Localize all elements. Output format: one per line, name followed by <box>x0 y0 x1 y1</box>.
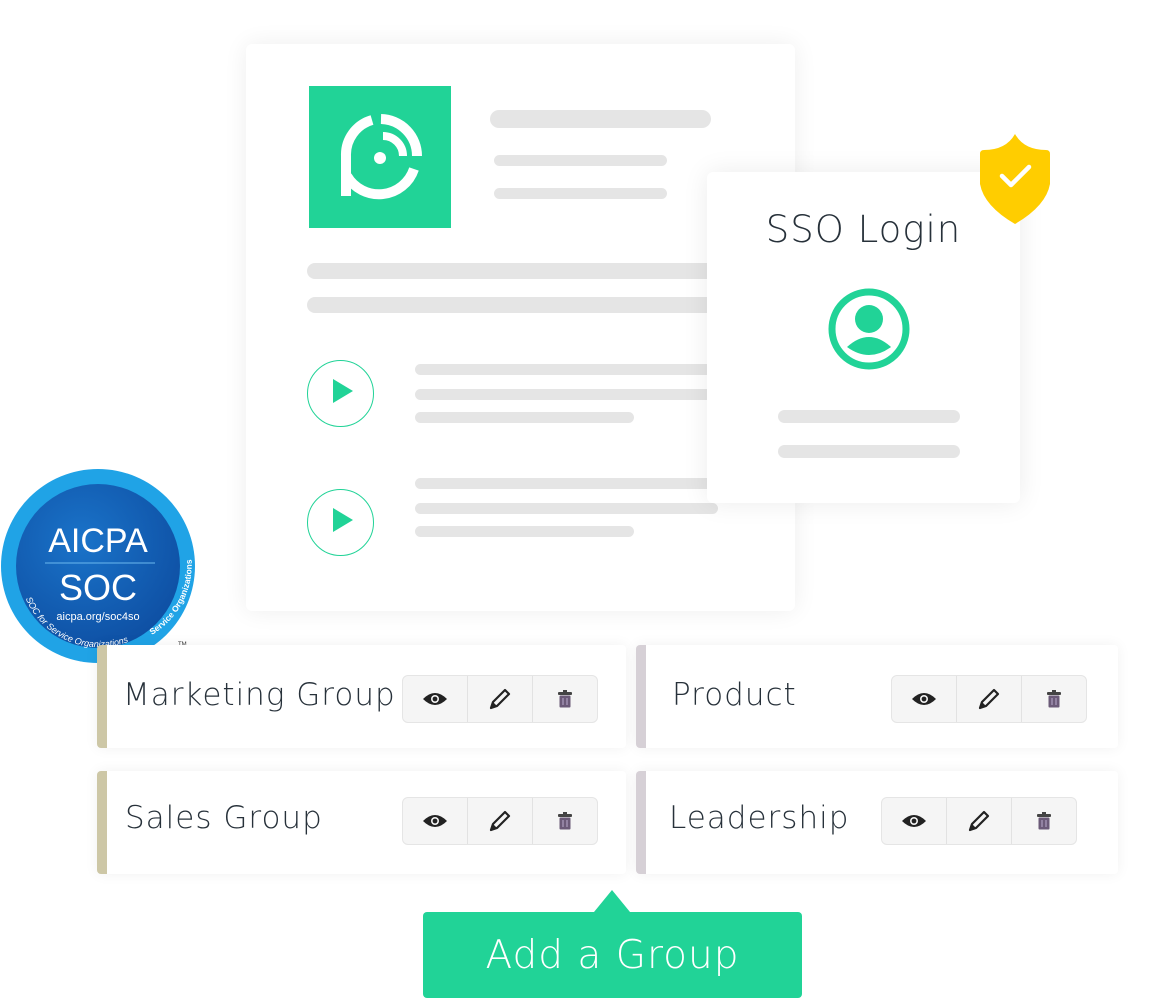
trash-icon <box>558 812 572 830</box>
pencil-icon <box>489 810 511 832</box>
view-button[interactable] <box>882 798 947 844</box>
trash-icon <box>1047 690 1061 708</box>
sso-field-placeholder <box>778 410 960 423</box>
play-icon <box>333 508 353 532</box>
group-actions <box>881 797 1077 845</box>
group-name: Product <box>672 677 797 713</box>
sso-login-card: SSO Login <box>707 172 1020 503</box>
podcast-p-logo-icon <box>341 114 422 200</box>
group-row-marketing: Marketing Group <box>97 645 626 748</box>
subtitle-placeholder <box>494 188 667 199</box>
edit-button[interactable] <box>468 676 533 722</box>
aicpa-soc-badge: AICPA SOC aicpa.org/soc4so SOC for Servi… <box>1 469 195 663</box>
group-actions <box>891 675 1087 723</box>
text-placeholder <box>415 503 718 514</box>
pencil-icon <box>968 810 990 832</box>
eye-icon <box>912 693 936 705</box>
play-button[interactable] <box>307 360 374 427</box>
text-placeholder <box>415 389 715 400</box>
soc-line2: SOC <box>59 567 137 608</box>
app-logo <box>309 86 451 228</box>
title-placeholder <box>490 110 711 128</box>
text-placeholder <box>415 478 715 489</box>
group-name: Sales Group <box>125 800 323 836</box>
eye-icon <box>902 815 926 827</box>
text-placeholder <box>415 526 634 537</box>
soc-url: aicpa.org/soc4so <box>56 611 139 623</box>
view-button[interactable] <box>892 676 957 722</box>
text-placeholder <box>415 412 634 423</box>
text-placeholder <box>307 263 747 279</box>
delete-button[interactable] <box>533 798 597 844</box>
user-circle-icon[interactable] <box>827 287 911 371</box>
group-actions <box>402 675 598 723</box>
group-name: Leadership <box>669 800 850 836</box>
edit-button[interactable] <box>468 798 533 844</box>
delete-button[interactable] <box>1012 798 1076 844</box>
text-placeholder <box>415 364 715 375</box>
soc-line1: AICPA <box>48 522 148 560</box>
pencil-icon <box>489 688 511 710</box>
add-group-button[interactable]: Add a Group <box>423 912 802 998</box>
shield-check-icon <box>980 134 1050 224</box>
eye-icon <box>423 693 447 705</box>
text-placeholder <box>307 297 747 313</box>
delete-button[interactable] <box>533 676 597 722</box>
edit-button[interactable] <box>957 676 1022 722</box>
pencil-icon <box>978 688 1000 710</box>
trash-icon <box>1037 812 1051 830</box>
group-actions <box>402 797 598 845</box>
group-row-leadership: Leadership <box>636 771 1118 874</box>
group-name: Marketing Group <box>123 677 396 713</box>
play-icon <box>333 379 353 403</box>
group-row-product: Product <box>636 645 1118 748</box>
edit-button[interactable] <box>947 798 1012 844</box>
group-row-sales: Sales Group <box>97 771 626 874</box>
tooltip-arrow <box>594 890 630 912</box>
sso-field-placeholder <box>778 445 960 458</box>
subtitle-placeholder <box>494 155 667 166</box>
play-button[interactable] <box>307 489 374 556</box>
view-button[interactable] <box>403 676 468 722</box>
delete-button[interactable] <box>1022 676 1086 722</box>
sso-title: SSO Login <box>765 208 962 251</box>
view-button[interactable] <box>403 798 468 844</box>
trash-icon <box>558 690 572 708</box>
eye-icon <box>423 815 447 827</box>
